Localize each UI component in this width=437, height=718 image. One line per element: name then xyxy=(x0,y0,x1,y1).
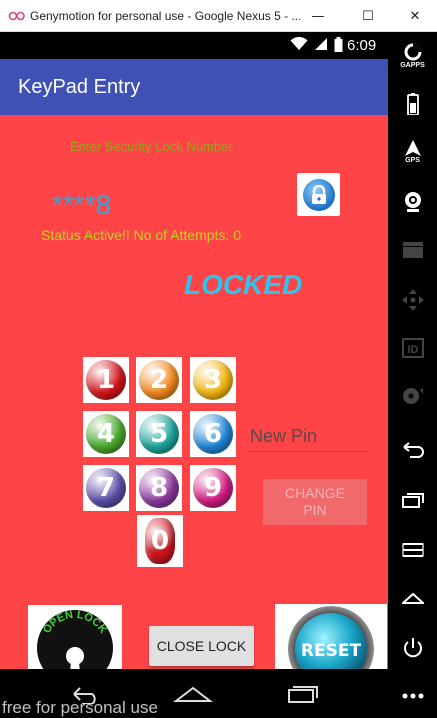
key-1-button[interactable]: 1 xyxy=(83,357,129,403)
genymotion-logo-icon xyxy=(8,10,26,22)
key-8-button[interactable]: 8 xyxy=(136,465,182,511)
battery-icon xyxy=(334,37,343,56)
gapps-label: GAPPS xyxy=(400,62,425,69)
key-ball: 7 xyxy=(86,468,126,508)
more-button[interactable] xyxy=(388,676,437,716)
lock-state-label: LOCKED xyxy=(184,269,303,300)
minimize-icon: — xyxy=(311,8,325,24)
window-titlebar: Genymotion for personal use - Google Nex… xyxy=(0,0,437,32)
reset-label: RESET xyxy=(301,641,362,661)
key-digit: 3 xyxy=(203,365,223,395)
recent-apps-icon xyxy=(401,493,424,508)
capture-icon xyxy=(402,242,423,258)
close-lock-button[interactable]: CLOSE LOCK xyxy=(149,626,254,666)
masked-pin-display: ****8 xyxy=(52,189,112,220)
key-digit: 4 xyxy=(96,419,116,449)
key-9-button[interactable]: 9 xyxy=(190,465,236,511)
status-icons xyxy=(290,36,343,56)
power-button[interactable] xyxy=(388,628,437,668)
device-id-button[interactable]: ID xyxy=(388,328,437,368)
prompt-text: Enter Security Lock Number xyxy=(70,139,233,154)
id-icon: ID xyxy=(401,338,424,358)
recent-apps-button[interactable] xyxy=(388,480,437,520)
power-icon xyxy=(403,638,422,658)
more-icon xyxy=(402,693,423,699)
key-5-button[interactable]: 5 xyxy=(136,411,182,457)
capture-button[interactable] xyxy=(388,230,437,270)
wifi-icon xyxy=(290,36,308,56)
key-digit: 0 xyxy=(150,526,170,556)
battery-icon xyxy=(406,93,419,115)
key-2-button[interactable]: 2 xyxy=(136,357,182,403)
minimize-button[interactable]: — xyxy=(295,0,341,32)
key-ball: 5 xyxy=(139,414,179,454)
gps-icon xyxy=(404,140,421,156)
key-ball: 0 xyxy=(145,518,175,564)
menu-button[interactable] xyxy=(388,530,437,570)
key-6-button[interactable]: 6 xyxy=(190,411,236,457)
app-bar: KeyPad Entry xyxy=(0,59,388,115)
home-icon xyxy=(173,686,213,702)
key-ball: 4 xyxy=(86,414,126,454)
home-button[interactable] xyxy=(388,578,437,618)
battery-button[interactable] xyxy=(388,84,437,124)
new-pin-input[interactable] xyxy=(249,422,367,452)
back-icon xyxy=(402,442,424,458)
key-digit: 7 xyxy=(96,473,116,503)
app-content: Enter Security Lock Number ****8 Status … xyxy=(0,115,388,694)
status-text: Status Active!! No of Attempts: 0 xyxy=(41,227,241,243)
lock-status-button[interactable] xyxy=(297,173,340,216)
key-0-button[interactable]: 0 xyxy=(137,515,183,567)
webcam-button[interactable] xyxy=(388,182,437,222)
nav-home-button[interactable] xyxy=(173,681,213,707)
webcam-icon xyxy=(404,192,421,212)
key-3-button[interactable]: 3 xyxy=(190,357,236,403)
recent-apps-icon xyxy=(288,686,318,703)
key-digit: 5 xyxy=(149,419,169,449)
key-digit: 9 xyxy=(203,473,223,503)
menu-icon xyxy=(401,543,424,557)
key-ball: 8 xyxy=(139,468,179,508)
device-screen: 6:09 KeyPad Entry Enter Security Lock Nu… xyxy=(0,32,388,718)
key-digit: 6 xyxy=(203,419,223,449)
app-title: KeyPad Entry xyxy=(18,76,141,98)
padlock-icon xyxy=(302,178,335,211)
sound-icon xyxy=(402,388,423,404)
key-ball: 1 xyxy=(86,360,126,400)
status-time: 6:09 xyxy=(347,37,377,54)
key-digit: 8 xyxy=(149,473,169,503)
key-7-button[interactable]: 7 xyxy=(83,465,129,511)
sound-button[interactable] xyxy=(388,376,437,416)
key-ball: 2 xyxy=(139,360,179,400)
home-icon xyxy=(401,592,424,604)
window-title: Genymotion for personal use - Google Nex… xyxy=(30,8,300,23)
watermark-text: free for personal use xyxy=(2,698,158,717)
dpad-button[interactable] xyxy=(388,280,437,320)
dpad-icon xyxy=(401,289,424,311)
change-pin-button[interactable]: CHANGE PIN xyxy=(263,479,367,525)
gapps-icon xyxy=(404,43,421,61)
gps-button[interactable]: GPS xyxy=(388,132,437,172)
svg-text:ID: ID xyxy=(407,344,418,356)
close-icon: ✕ xyxy=(409,8,421,24)
key-digit: 1 xyxy=(96,365,116,395)
key-ball: 9 xyxy=(193,468,233,508)
key-ball: 3 xyxy=(193,360,233,400)
close-window-button[interactable]: ✕ xyxy=(392,0,437,32)
signal-icon xyxy=(314,37,328,56)
genymotion-toolbar: GAPPS GPS ID xyxy=(388,32,437,718)
nav-recents-button[interactable] xyxy=(283,681,323,707)
key-digit: 2 xyxy=(149,365,169,395)
status-bar: 6:09 xyxy=(0,32,388,59)
key-ball: 6 xyxy=(193,414,233,454)
maximize-icon: ☐ xyxy=(362,8,374,24)
maximize-button[interactable]: ☐ xyxy=(345,0,391,32)
gapps-button[interactable]: GAPPS xyxy=(388,36,437,76)
gps-label: GPS xyxy=(405,157,420,164)
back-button[interactable] xyxy=(388,430,437,470)
key-4-button[interactable]: 4 xyxy=(83,411,129,457)
